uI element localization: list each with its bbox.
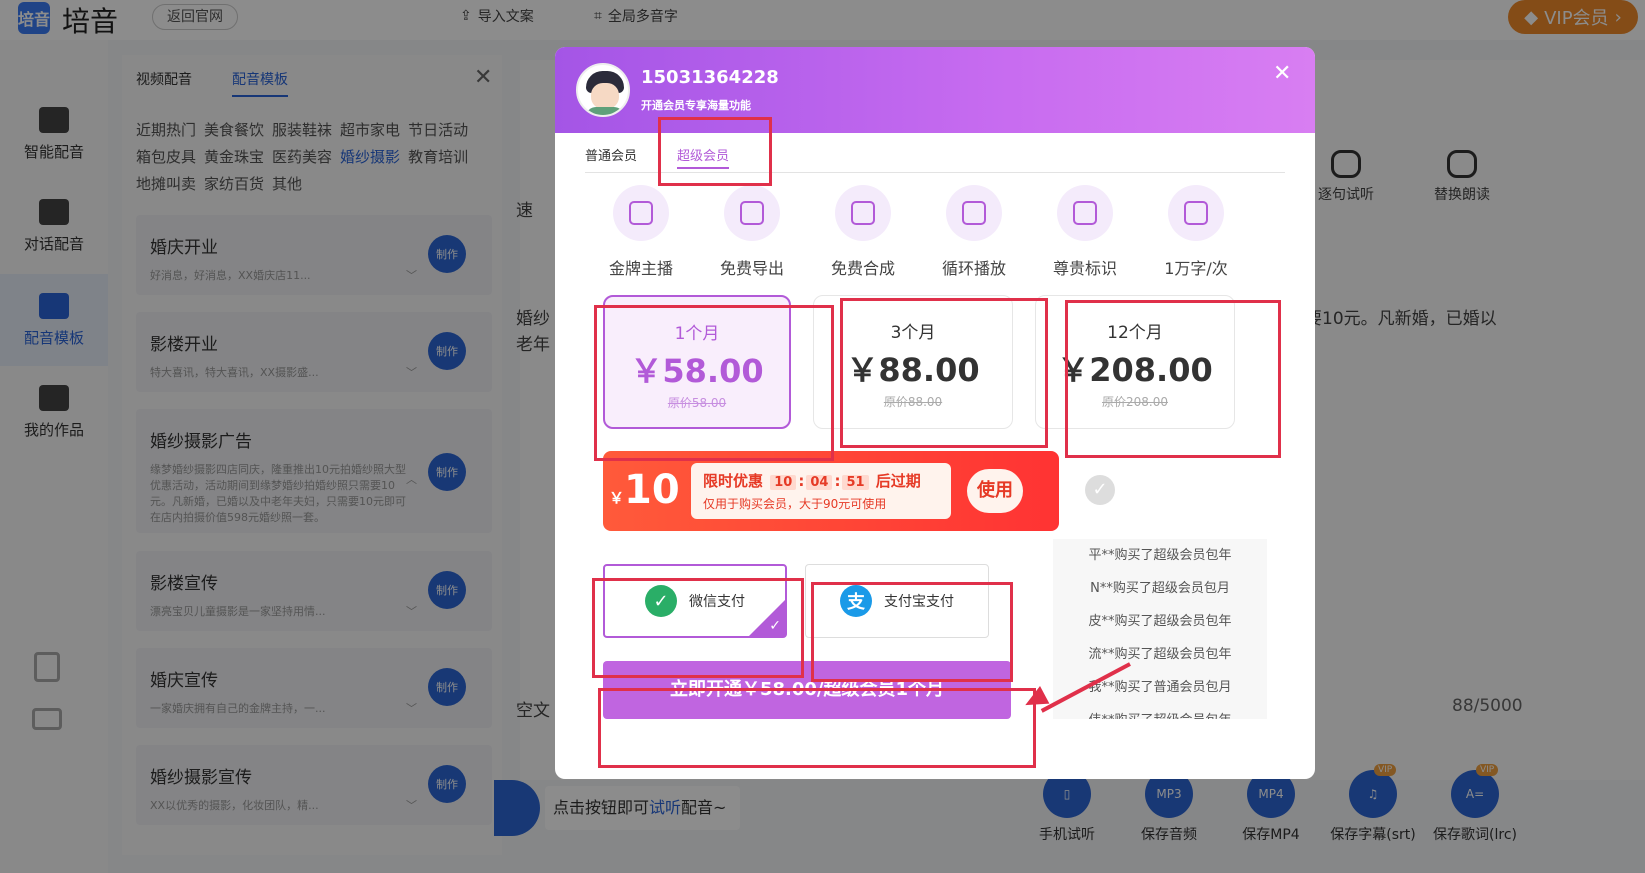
coupon-condition: 仅用于购买会员，大于90元可使用: [703, 497, 887, 511]
annotation-box: [594, 305, 834, 461]
disc-icon: [946, 185, 1002, 241]
timer-seconds: 51: [842, 475, 869, 490]
coupon-title-text: 限时优惠: [703, 472, 764, 490]
edit-doc-icon: [1168, 185, 1224, 241]
purchase-item: 皮**购买了超级会员包年: [1088, 614, 1232, 629]
feature-premium-badge: 尊贵标识: [1036, 185, 1134, 279]
use-coupon-button[interactable]: 使用: [967, 469, 1023, 513]
purchase-item: 伟**购买了超级会员包年: [1053, 704, 1267, 719]
purchase-item: 流**购买了超级会员包年: [1088, 647, 1232, 662]
feature-gold-anchor: 金牌主播: [592, 185, 690, 279]
annotation-box: [840, 298, 1048, 448]
user-phone: 15031364228: [641, 67, 779, 88]
feature-label: 尊贵标识: [1052, 259, 1117, 278]
coupon-body: 限时优惠 10:04:51 后过期 仅用于购买会员，大于90元可使用: [691, 463, 951, 519]
feature-label: 免费合成: [830, 259, 895, 278]
tab-regular-member[interactable]: 普通会员: [585, 145, 637, 164]
coupon-card[interactable]: ￥10 限时优惠 10:04:51 后过期 仅用于购买会员，大于90元可使用 使…: [603, 451, 1059, 531]
annotation-box: [811, 582, 1013, 682]
coupon-amount: ￥10: [609, 467, 680, 513]
annotation-box: [1065, 300, 1281, 458]
purchase-item: 平**购买了超级会员包年: [1088, 548, 1232, 563]
feature-loop-play: 循环播放: [925, 185, 1023, 279]
feature-label: 金牌主播: [608, 259, 673, 278]
annotation-box: [598, 688, 1036, 768]
timer-hours: 10: [770, 475, 797, 490]
feature-label: 1万字/次: [1164, 259, 1228, 278]
close-icon[interactable]: ✕: [1273, 61, 1291, 86]
annotation-box: [592, 578, 804, 678]
feature-word-limit: 1万字/次: [1147, 185, 1245, 279]
purchase-item: N**购买了超级会员包月: [1090, 581, 1230, 596]
microphone-icon: [613, 185, 669, 241]
feature-label: 循环播放: [941, 259, 1006, 278]
coupon-title: 限时优惠 10:04:51 后过期: [703, 472, 921, 490]
recent-purchases: 平**购买了超级会员包年 N**购买了超级会员包月 皮**购买了超级会员包年 流…: [1053, 539, 1267, 719]
diamond-icon: [1057, 185, 1113, 241]
coupon-expire: 后过期: [875, 472, 921, 490]
timer-minutes: 04: [806, 475, 833, 490]
modal-slogan: 开通会员专享海量功能: [641, 99, 751, 112]
annotation-box: [658, 117, 772, 186]
feature-label: 免费导出: [719, 259, 784, 278]
export-icon: [724, 185, 780, 241]
coupon-currency: ￥: [609, 489, 625, 507]
coupon-value: 10: [624, 467, 680, 513]
feature-free-export: 免费导出: [703, 185, 801, 279]
audio-wave-icon: [835, 185, 891, 241]
check-icon[interactable]: ✓: [1085, 475, 1115, 505]
avatar: [576, 63, 630, 117]
feature-free-synthesis: 免费合成: [814, 185, 912, 279]
